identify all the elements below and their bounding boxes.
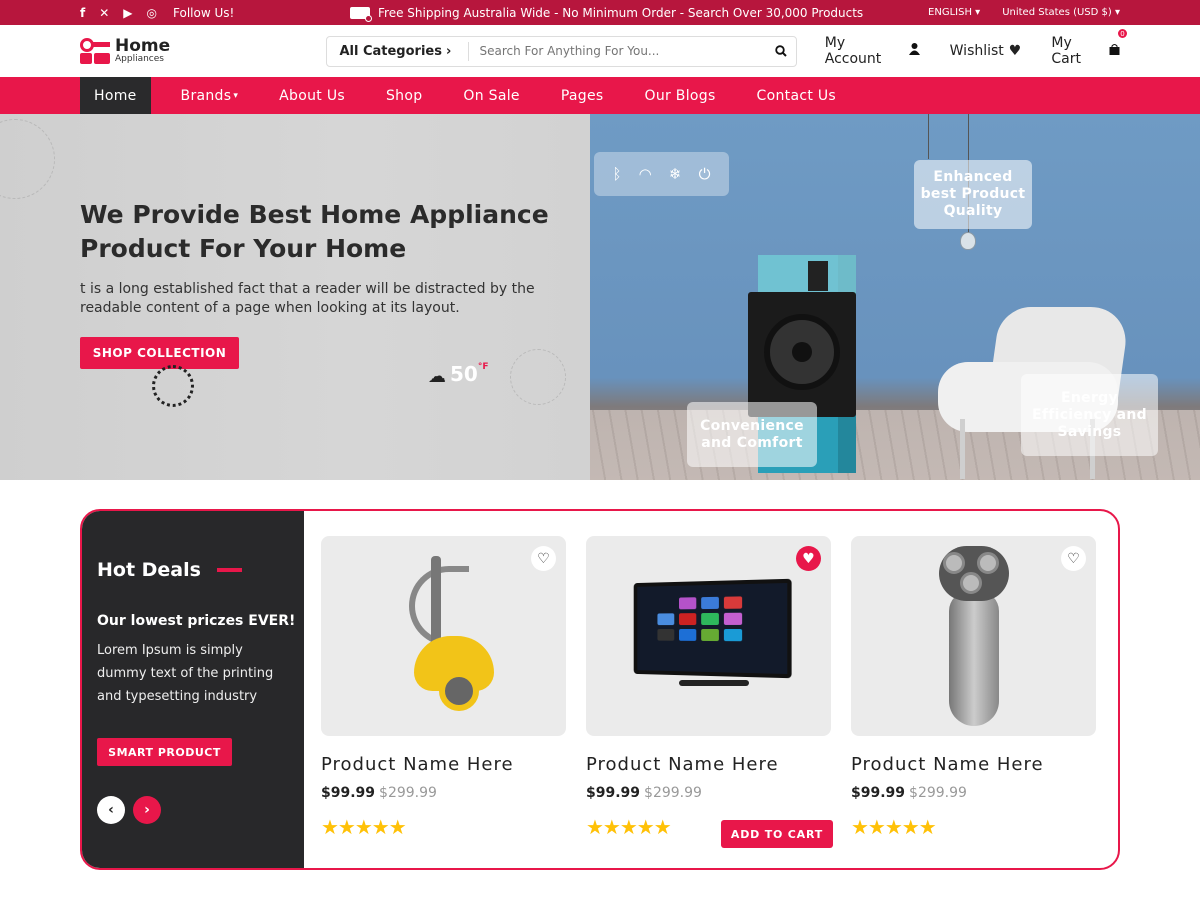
hero-title: We Provide Best Home Appliance Product F… xyxy=(80,200,549,263)
hero-description: t is a long established fact that a read… xyxy=(80,281,535,316)
nav-brands[interactable]: Brands ▾ xyxy=(167,77,253,114)
heart-icon: ♥ xyxy=(1008,43,1022,59)
bluetooth-icon: ᛒ xyxy=(612,165,622,183)
search-input[interactable] xyxy=(469,44,766,58)
product-name[interactable]: Product Name Here xyxy=(851,754,1096,775)
previous-arrow-icon[interactable]: ‹ xyxy=(97,796,125,824)
snowflake-icon: ❄ xyxy=(668,165,682,183)
shipping-notice: Free Shipping Australia Wide - No Minimu… xyxy=(350,5,864,22)
social-links: f ✕ ▶ ◎ Follow Us! xyxy=(80,6,234,20)
vacuum-cleaner-image xyxy=(379,551,509,721)
product-card[interactable]: ♡ Product Name Here $99.99 $299.99 ★★★★★ xyxy=(851,536,1096,839)
bag-icon xyxy=(1109,43,1120,59)
smart-product-button[interactable]: SMART PRODUCT xyxy=(97,738,232,766)
hot-deals-subtitle: Our lowest priczes EVER! xyxy=(97,613,296,629)
follow-us-text: Follow Us! xyxy=(173,5,235,20)
product-card[interactable]: ♥ Product Name Here $99.99 $299.99 ★★★★★ xyxy=(586,536,831,839)
pendant-bulb xyxy=(960,232,976,250)
weather-temperature: 50 xyxy=(450,362,478,386)
logo-title: Home xyxy=(115,36,171,56)
wishlist-heart-icon[interactable]: ♡ xyxy=(531,546,556,571)
hero-text-panel: We Provide Best Home Appliance Product F… xyxy=(0,114,590,480)
badge-energy-efficiency: Energy Efficiency and Savings xyxy=(1021,374,1158,456)
product-image[interactable]: ♥ xyxy=(586,536,831,736)
product-card[interactable]: ♡ Product Name Here $99.99 $299.99 ★★★★★ xyxy=(321,536,566,839)
badge-convenience: Convenience and Comfort xyxy=(687,402,817,467)
chevron-right-icon: › xyxy=(445,43,452,59)
electric-shaver-image xyxy=(938,546,1009,726)
logo-subtitle: Appliances xyxy=(115,54,164,64)
x-twitter-icon[interactable]: ✕ xyxy=(99,6,109,20)
nav-our-blogs[interactable]: Our Blogs xyxy=(631,77,730,114)
search-bar: All Categories › xyxy=(326,35,797,67)
hero-image-panel: ᛒ ◠ ❄ ⏻ Enhanced best Product Quality Co… xyxy=(590,114,1200,480)
nav-pages[interactable]: Pages xyxy=(547,77,618,114)
chevron-down-icon: ▾ xyxy=(233,90,239,101)
nav-contact-us[interactable]: Contact Us xyxy=(743,77,850,114)
product-price: $99.99 $299.99 xyxy=(586,785,702,801)
header: Home Appliances All Categories › My Acco… xyxy=(0,25,1200,77)
smart-tv-image xyxy=(629,576,792,696)
currency-selector[interactable]: United States (USD $) ▾ xyxy=(1002,7,1120,18)
product-image[interactable]: ♡ xyxy=(321,536,566,736)
weather-unit: °F xyxy=(477,362,489,372)
nav-on-sale[interactable]: On Sale xyxy=(449,77,533,114)
product-price: $99.99 $299.99 xyxy=(851,785,967,801)
nav-home[interactable]: Home xyxy=(80,77,151,114)
logo-mark-icon xyxy=(80,36,112,66)
star-rating-icon: ★★★★★ xyxy=(851,815,937,839)
badge-product-quality: Enhanced best Product Quality xyxy=(914,160,1032,229)
speaker-image xyxy=(748,292,856,417)
hot-deals-description: Lorem Ipsum is simply dummy text of the … xyxy=(97,643,274,704)
product-price: $99.99 $299.99 xyxy=(321,785,437,801)
weather-widget: ☁ 50 °F xyxy=(428,362,489,387)
mandala-decoration xyxy=(510,349,566,405)
my-account-link[interactable]: My Account xyxy=(825,35,920,67)
facebook-icon[interactable]: f xyxy=(80,6,85,20)
category-dropdown[interactable]: All Categories › xyxy=(327,41,470,61)
truck-icon xyxy=(350,6,372,22)
product-name[interactable]: Product Name Here xyxy=(321,754,566,775)
cart-count-badge: 0 xyxy=(1118,29,1127,38)
next-arrow-icon[interactable]: › xyxy=(133,796,161,824)
instagram-icon[interactable]: ◎ xyxy=(147,6,157,20)
my-cart-link[interactable]: My Cart 0 xyxy=(1051,29,1127,67)
wishlist-heart-icon[interactable]: ♡ xyxy=(1061,546,1086,571)
amplifier xyxy=(808,261,828,291)
loading-spinner-icon xyxy=(152,365,194,407)
youtube-icon[interactable]: ▶ xyxy=(123,6,132,20)
cloud-sun-icon: ☁ xyxy=(428,366,446,387)
search-icon[interactable] xyxy=(766,45,796,57)
shop-collection-button[interactable]: SHOP COLLECTION xyxy=(80,337,239,369)
add-to-cart-button[interactable]: ADD TO CART xyxy=(721,820,833,848)
shipping-text: Free Shipping Australia Wide - No Minimu… xyxy=(378,5,864,20)
product-image[interactable]: ♡ xyxy=(851,536,1096,736)
hot-deals-section: Hot Deals Our lowest priczes EVER! Lorem… xyxy=(80,509,1120,870)
language-selector[interactable]: ENGLISH ▾ xyxy=(928,7,980,18)
smart-control-panel: ᛒ ◠ ❄ ⏻ xyxy=(594,152,729,196)
mandala-decoration xyxy=(0,119,55,199)
hot-deals-title: Hot Deals xyxy=(97,559,242,581)
hero-banner: We Provide Best Home Appliance Product F… xyxy=(0,114,1200,480)
main-nav: Home Brands ▾ About Us Shop On Sale Pages… xyxy=(0,77,1200,114)
product-name[interactable]: Product Name Here xyxy=(586,754,831,775)
wishlist-link[interactable]: Wishlist ♥ xyxy=(950,35,1022,67)
power-icon: ⏻ xyxy=(698,165,711,183)
hot-deals-sidebar: Hot Deals Our lowest priczes EVER! Lorem… xyxy=(82,511,304,868)
wishlist-heart-icon[interactable]: ♥ xyxy=(796,546,821,571)
nav-about-us[interactable]: About Us xyxy=(265,77,359,114)
top-bar: f ✕ ▶ ◎ Follow Us! Free Shipping Austral… xyxy=(0,0,1200,25)
user-icon xyxy=(908,43,920,59)
star-rating-icon: ★★★★★ xyxy=(321,815,407,839)
product-carousel: ♡ Product Name Here $99.99$299.99 ★★★★★ xyxy=(304,511,1118,868)
site-logo[interactable]: Home Appliances xyxy=(80,36,326,66)
nav-shop[interactable]: Shop xyxy=(372,77,436,114)
wifi-icon: ◠ xyxy=(638,165,652,183)
